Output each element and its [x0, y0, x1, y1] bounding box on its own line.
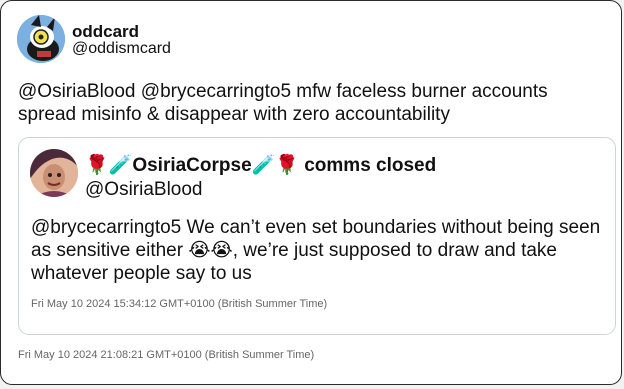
- quoted-user-handle[interactable]: @OsiriaBlood: [85, 179, 203, 201]
- quoted-display-name[interactable]: 🌹🧪OsiriaCorpse🧪🌹 comms closed: [85, 153, 436, 177]
- illustrated-character-avatar-icon[interactable]: [30, 149, 78, 197]
- display-name[interactable]: oddcard: [72, 22, 139, 42]
- tweet-text: @OsiriaBlood @brycecarringto5 mfw facele…: [18, 81, 548, 125]
- user-handle[interactable]: @oddismcard: [72, 40, 171, 58]
- quoted-timestamp: Fri May 10 2024 15:34:12 GMT+0100 (Briti…: [31, 298, 328, 310]
- quoted-tweet[interactable]: 🌹🧪OsiriaCorpse🧪🌹 comms closed @OsiriaBlo…: [18, 137, 616, 335]
- cartoon-character-avatar-icon[interactable]: [17, 15, 65, 63]
- tweet-timestamp: Fri May 10 2024 21:08:21 GMT+0100 (Briti…: [18, 349, 315, 361]
- tweet-card: oddcard @oddismcard @OsiriaBlood @brycec…: [0, 0, 622, 385]
- quoted-tweet-text: @brycecarringto5 We can’t even set bound…: [31, 217, 601, 284]
